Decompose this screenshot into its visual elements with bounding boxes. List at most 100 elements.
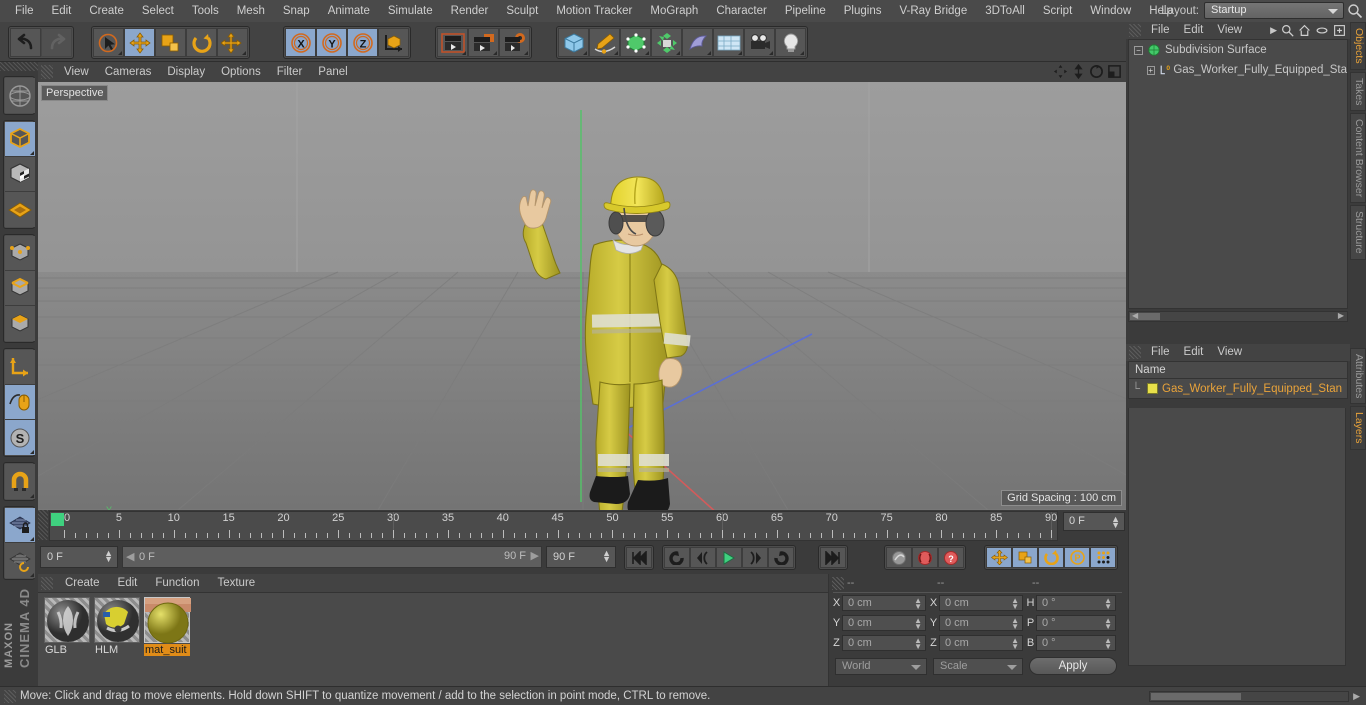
loop-button[interactable] <box>768 547 794 568</box>
left-toolbar-grip[interactable] <box>0 62 38 71</box>
autokeying-button[interactable] <box>912 547 938 568</box>
viewport-menu-view[interactable]: View <box>56 62 97 82</box>
dolly-icon[interactable] <box>1071 64 1086 79</box>
layers-menu-view[interactable]: View <box>1210 344 1249 361</box>
pan-icon[interactable] <box>1053 64 1068 79</box>
spinner-icon[interactable]: ▲ ▼ <box>1104 637 1112 651</box>
menu-item-pipeline[interactable]: Pipeline <box>776 0 835 22</box>
menu-item-edit[interactable]: Edit <box>43 0 81 22</box>
menu-item-plugins[interactable]: Plugins <box>835 0 891 22</box>
coord-input-size-y[interactable]: 0 cm ▲ ▼ <box>939 615 1023 631</box>
material-menu-texture[interactable]: Texture <box>208 574 264 592</box>
current-frame-field[interactable]: 0 F ▲ ▼ <box>1063 512 1125 531</box>
make-editable-button[interactable] <box>5 78 35 113</box>
record-active-objects-button[interactable] <box>886 547 912 568</box>
coord-input-pos-z[interactable]: 0 cm ▲ ▼ <box>842 635 926 651</box>
coordinate-system-button[interactable] <box>378 28 409 57</box>
material-item-glb[interactable]: GLB <box>44 597 92 686</box>
object-row-gas-worker[interactable]: + 0 Gas_Worker_Fully_Equipped_Sta <box>1129 60 1347 80</box>
rotation-key-button[interactable] <box>1038 547 1064 568</box>
viewport-menu-panel[interactable]: Panel <box>310 62 355 82</box>
material-menu-function[interactable]: Function <box>146 574 208 592</box>
light-button[interactable] <box>775 28 806 57</box>
edges-mode-button[interactable] <box>5 271 35 306</box>
search-icon[interactable] <box>1347 3 1363 19</box>
layers-menu-edit[interactable]: Edit <box>1177 344 1211 361</box>
model-mode-button[interactable] <box>5 122 35 157</box>
menu-item-file[interactable]: File <box>6 0 43 22</box>
coord-input-rot-p[interactable]: 0 ° ▲ ▼ <box>1036 615 1116 631</box>
mograph-button[interactable] <box>651 28 682 57</box>
cube-primitive-button[interactable] <box>558 28 589 57</box>
menu-item-character[interactable]: Character <box>707 0 776 22</box>
menu-item-simulate[interactable]: Simulate <box>379 0 442 22</box>
menu-item-snap[interactable]: Snap <box>274 0 319 22</box>
magnet-button[interactable] <box>5 464 35 499</box>
expand-toggle-icon[interactable]: + <box>1147 65 1155 75</box>
spinner-icon[interactable]: ▲ ▼ <box>1011 597 1019 611</box>
keyframe-selection-button[interactable]: ? <box>938 547 964 568</box>
viewport-menu-grip[interactable] <box>41 65 53 79</box>
y-axis-lock-button[interactable]: Y <box>316 28 347 57</box>
scale-tool-button[interactable] <box>155 28 186 57</box>
object-tree[interactable]: − Subdivision Surface + 0 Gas_Worker_Ful… <box>1128 39 1348 309</box>
objects-menu-grip[interactable] <box>1129 24 1141 37</box>
workplane-mode-button[interactable] <box>5 192 35 227</box>
rotate-viewport-icon[interactable] <box>1089 64 1104 79</box>
coordinates-grip[interactable] <box>832 576 844 590</box>
tab-content-browser[interactable]: Content Browser <box>1350 113 1366 204</box>
move-axis-button[interactable] <box>217 28 248 57</box>
material-item-hlm[interactable]: HLM <box>94 597 142 686</box>
menu-item-tools[interactable]: Tools <box>183 0 228 22</box>
live-selection-button[interactable] <box>93 28 124 57</box>
coordinate-system-dropdown[interactable]: World <box>835 657 927 675</box>
tab-structure[interactable]: Structure <box>1350 205 1366 260</box>
points-mode-button[interactable] <box>5 236 35 271</box>
render-to-picture-viewer-button[interactable] <box>468 28 499 57</box>
polygons-mode-button[interactable] <box>5 306 35 341</box>
search-icon[interactable] <box>1281 24 1294 37</box>
perspective-viewport[interactable]: Perspective Grid Spacing : 100 cm Y <box>38 82 1126 510</box>
spinner-icon[interactable]: ▲ ▼ <box>914 637 922 651</box>
spinner-icon[interactable]: ▲ ▼ <box>1111 515 1120 530</box>
scroll-right-arrow-icon[interactable]: ▶ <box>1353 691 1360 702</box>
scroll-left-arrow-icon[interactable]: ◀ <box>1132 311 1138 320</box>
home-icon[interactable] <box>1298 24 1311 37</box>
render-settings-button[interactable] <box>499 28 530 57</box>
start-frame-field[interactable]: 0 F ▲ ▼ <box>40 546 118 568</box>
layer-row-gas-worker[interactable]: └ Gas_Worker_Fully_Equipped_Stan <box>1128 379 1348 399</box>
material-menu-grip[interactable] <box>41 576 53 590</box>
collapse-toggle-icon[interactable]: − <box>1134 45 1143 55</box>
layers-menu-file[interactable]: File <box>1144 344 1177 361</box>
material-item-mat-suit[interactable]: mat_suit <box>144 597 192 686</box>
coord-input-pos-y[interactable]: 0 cm ▲ ▼ <box>842 615 926 631</box>
layers-empty-area[interactable] <box>1128 408 1346 666</box>
layer-color-swatch[interactable] <box>1147 383 1158 394</box>
maximize-viewport-icon[interactable] <box>1107 64 1122 79</box>
menu-item-3dtoall[interactable]: 3DToAll <box>976 0 1034 22</box>
objects-menu-file[interactable]: File <box>1144 22 1177 39</box>
playhead-marker[interactable] <box>51 513 64 526</box>
spinner-icon[interactable]: ▲ ▼ <box>1011 637 1019 651</box>
spinner-icon[interactable]: ▲ ▼ <box>914 597 922 611</box>
undo-button[interactable] <box>10 28 41 57</box>
menu-item-select[interactable]: Select <box>133 0 183 22</box>
z-axis-lock-button[interactable]: Z <box>347 28 378 57</box>
timeline-ruler[interactable]: 051015202530354045505560657075808590 <box>49 511 1058 541</box>
step-forward-button[interactable] <box>742 547 768 568</box>
layers-menu-grip[interactable] <box>1129 346 1141 359</box>
play-backwards-button[interactable] <box>664 547 690 568</box>
viewport-menu-options[interactable]: Options <box>213 62 269 82</box>
menu-item-create[interactable]: Create <box>80 0 133 22</box>
render-view-button[interactable] <box>437 28 468 57</box>
go-to-end-button[interactable] <box>820 547 846 568</box>
spinner-icon[interactable]: ▲ ▼ <box>1011 617 1019 631</box>
parameter-key-button[interactable]: P <box>1064 547 1090 568</box>
object-axis-button[interactable] <box>5 350 35 385</box>
scroll-right-arrow-icon[interactable]: ▶ <box>1338 311 1344 320</box>
menu-item-script[interactable]: Script <box>1034 0 1081 22</box>
workplane-lock-button[interactable] <box>5 508 35 543</box>
expand-icon[interactable] <box>1333 24 1346 37</box>
menu-item-motion-tracker[interactable]: Motion Tracker <box>547 0 641 22</box>
menu-item-window[interactable]: Window <box>1081 0 1140 22</box>
